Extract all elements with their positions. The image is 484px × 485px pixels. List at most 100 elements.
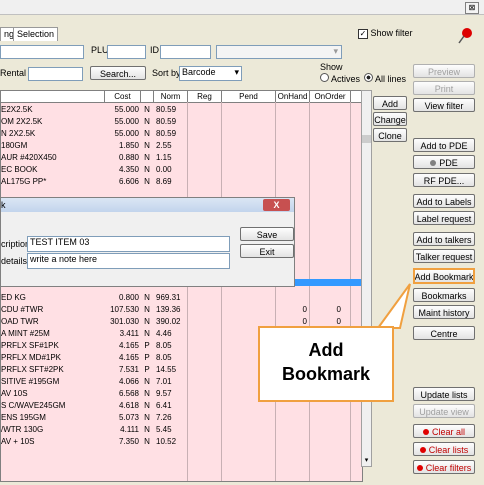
window-close-button[interactable]: ⊠ — [465, 2, 479, 14]
description-value: TEST ITEM 03 — [30, 237, 90, 247]
description-label: cription — [1, 239, 31, 249]
red-dot-icon — [416, 465, 423, 471]
cell-name: E2X2.5K — [1, 105, 33, 114]
talker-request-button[interactable]: Talker request — [413, 249, 475, 263]
table-row[interactable]: 180GM 1.850 N 2.55 — [1, 140, 362, 152]
col-header-norm[interactable]: Norm — [154, 91, 188, 102]
col-header-onorder[interactable]: OnOrder — [310, 91, 351, 102]
cell-cost: 6.606 — [118, 177, 139, 186]
details-label: details — [1, 256, 28, 266]
table-row[interactable]: EC BOOK 4.350 N 0.00 — [1, 164, 362, 176]
main-window: ⊠ ng Selection ✓ Show filter PLU ID ▾ Re… — [0, 0, 484, 485]
clear-filters-button[interactable]: Clear filters — [413, 460, 475, 474]
cell-flag: N — [144, 401, 150, 410]
filter-name-input[interactable] — [0, 45, 84, 59]
dialog-save-button[interactable]: Save — [240, 227, 294, 241]
cell-norm: 969.31 — [156, 293, 181, 302]
cell-name: /WTR 130G — [1, 425, 44, 434]
scroll-down-icon[interactable]: ▾ — [362, 456, 371, 464]
cell-onorder — [311, 436, 341, 448]
cell-norm: 7.26 — [156, 413, 172, 422]
cell-onorder — [311, 412, 341, 424]
show-filter-checkbox[interactable]: ✓ Show filter — [358, 28, 413, 39]
col-header-cost[interactable]: Cost — [105, 91, 141, 102]
col-header-pend[interactable]: Pend — [222, 91, 276, 102]
search-button[interactable]: Search... — [90, 66, 146, 80]
update-view-button[interactable]: Update view — [413, 404, 475, 418]
cell-onhand — [277, 436, 307, 448]
cell-onorder: 0 — [336, 305, 341, 314]
pin-icon[interactable] — [456, 27, 474, 45]
clone-button[interactable]: Clone — [373, 128, 407, 142]
cell-norm: 80.59 — [156, 105, 177, 114]
dialog-title: k — [1, 200, 6, 210]
dialog-exit-button[interactable]: Exit — [240, 244, 294, 258]
cell-flag: N — [144, 377, 150, 386]
table-row[interactable]: CDU #TWR 107.530 N 139.36 0 0 — [1, 304, 362, 316]
details-input[interactable]: write a note here — [27, 253, 230, 269]
add-to-talkers-button[interactable]: Add to talkers — [413, 232, 475, 246]
view-filter-button[interactable]: View filter — [413, 98, 475, 112]
centre-button[interactable]: Centre — [413, 326, 475, 340]
cell-cost: 55.000 — [114, 129, 139, 138]
plu-input[interactable] — [107, 45, 146, 59]
clear-lists-button[interactable]: Clear lists — [413, 442, 475, 456]
print-button[interactable]: Print — [413, 81, 475, 95]
change-button[interactable]: Change — [373, 112, 407, 126]
table-row[interactable]: AL175G PP* 6.606 N 8.69 — [1, 176, 362, 188]
cell-flag: N — [144, 141, 150, 150]
preview-button[interactable]: Preview — [413, 64, 475, 78]
dialog-close-button[interactable]: X — [263, 199, 290, 211]
pde-button[interactable]: PDE — [413, 155, 475, 169]
tab-selection[interactable]: Selection — [13, 27, 59, 41]
table-row[interactable]: E2X2.5K 55.000 N 80.59 — [1, 104, 362, 116]
description-input[interactable]: TEST ITEM 03 — [27, 236, 230, 252]
cell-name: ED KG — [1, 293, 26, 302]
cell-name: EC BOOK — [1, 165, 38, 174]
cell-onorder — [311, 176, 341, 188]
category-dropdown[interactable]: ▾ — [216, 45, 342, 59]
grid-header: Cost Norm Reg Pend OnHand OnOrder — [1, 91, 362, 103]
cell-cost: 4.165 — [118, 353, 139, 362]
cell-norm: 10.52 — [156, 437, 177, 446]
table-row[interactable]: N 2X2.5K 55.000 N 80.59 — [1, 128, 362, 140]
table-row[interactable]: ENS 195GM 5.073 N 7.26 — [1, 412, 362, 424]
dialog-titlebar[interactable]: k X — [1, 198, 294, 212]
id-input[interactable] — [160, 45, 211, 59]
table-row[interactable]: /WTR 130G 4.111 N 5.45 — [1, 424, 362, 436]
chevron-down-icon: ▾ — [234, 67, 239, 77]
table-row[interactable]: OM 2X2.5K 55.000 N 80.59 — [1, 116, 362, 128]
sort-by-select[interactable]: Barcode ▾ — [179, 66, 242, 81]
add-to-labels-button[interactable]: Add to Labels — [413, 194, 475, 208]
cell-cost: 4.350 — [118, 165, 139, 174]
cell-cost: 7.531 — [118, 365, 139, 374]
cell-name: 180GM — [1, 141, 28, 150]
add-button[interactable]: Add — [373, 96, 407, 110]
cell-onhand — [277, 128, 307, 140]
scrollbar-thumb[interactable] — [362, 135, 371, 143]
table-row[interactable]: ED KG 0.800 N 969.31 — [1, 292, 362, 304]
cell-name: OAD TWR — [1, 317, 39, 326]
maint-history-button[interactable]: Maint history — [413, 305, 475, 319]
col-header-onhand[interactable]: OnHand — [276, 91, 310, 102]
bookmarks-button[interactable]: Bookmarks — [413, 288, 475, 302]
cell-onhand: 0 — [302, 305, 307, 314]
cell-name: AL175G PP* — [1, 177, 47, 186]
rf-pde-button[interactable]: RF PDE... — [413, 173, 475, 187]
col-header-name — [1, 91, 105, 102]
rental-input[interactable] — [28, 67, 83, 81]
cell-norm: 1.15 — [156, 153, 172, 162]
col-header-reg[interactable]: Reg — [188, 91, 222, 102]
cell-norm: 80.59 — [156, 129, 177, 138]
table-row[interactable]: AV + 10S 7.350 N 10.52 — [1, 436, 362, 448]
label-request-button[interactable]: Label request — [413, 211, 475, 225]
update-lists-button[interactable]: Update lists — [413, 387, 475, 401]
radio-off-icon — [320, 73, 329, 82]
add-to-pde-button[interactable]: Add to PDE — [413, 138, 475, 152]
actives-radio[interactable]: Actives — [320, 73, 360, 84]
cell-name: OM 2X2.5K — [1, 117, 43, 126]
clear-all-button[interactable]: Clear all — [413, 424, 475, 438]
table-row[interactable]: AUR #420X450 0.880 N 1.15 — [1, 152, 362, 164]
all-lines-radio[interactable]: All lines — [364, 73, 406, 84]
grid-scrollbar[interactable]: ▾ — [361, 90, 372, 467]
